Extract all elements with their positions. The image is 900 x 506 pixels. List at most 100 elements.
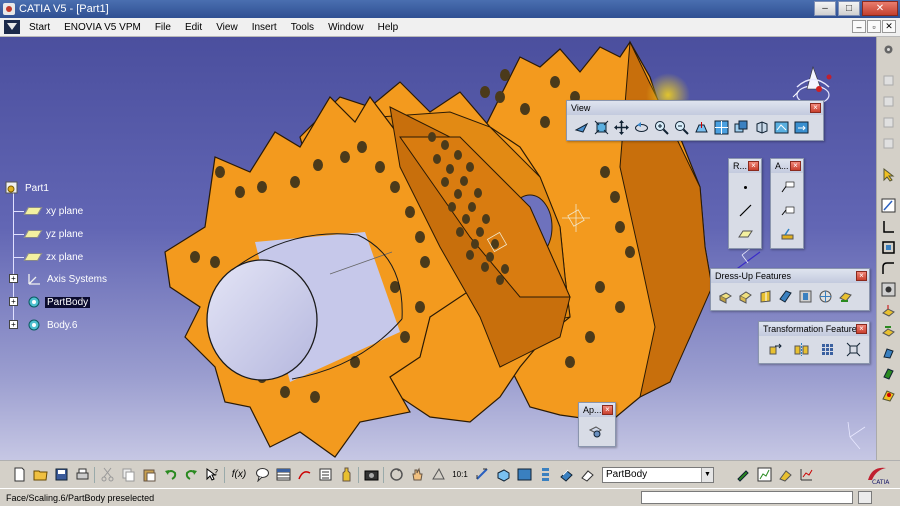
shell-icon[interactable] — [777, 288, 794, 305]
open-folder-icon[interactable] — [31, 466, 49, 484]
hierarchy-icon[interactable] — [797, 466, 815, 484]
materials-icon[interactable] — [557, 466, 575, 484]
disabled-tool-icon[interactable] — [880, 114, 898, 131]
quick-view-icon[interactable] — [733, 119, 750, 136]
menu-start[interactable]: Start — [22, 19, 57, 36]
zoom-in-icon[interactable] — [653, 119, 670, 136]
rotate-icon[interactable] — [633, 119, 650, 136]
remove-face-icon[interactable] — [837, 288, 854, 305]
eraser-icon[interactable] — [578, 466, 596, 484]
tree-item-axis-systems[interactable]: Axis Systems — [26, 271, 109, 287]
cut-icon[interactable] — [98, 466, 116, 484]
layer-stack-icon[interactable] — [536, 466, 554, 484]
menu-view[interactable]: View — [209, 19, 245, 36]
law-icon[interactable] — [295, 466, 313, 484]
pocket-tool-icon[interactable] — [880, 323, 898, 340]
ap-toolbar-close-button[interactable]: × — [602, 405, 613, 415]
whats-this-icon[interactable]: ? — [203, 466, 221, 484]
new-file-icon[interactable] — [10, 466, 28, 484]
maximize-button[interactable]: □ — [838, 1, 860, 16]
pencil-edit-icon[interactable] — [734, 466, 752, 484]
pad-tool-icon[interactable] — [880, 302, 898, 319]
frame-tool-icon[interactable] — [880, 239, 898, 256]
comment-icon[interactable] — [253, 466, 271, 484]
hide-show-bottom-icon[interactable] — [515, 466, 533, 484]
save-icon[interactable] — [52, 466, 70, 484]
menu-tools[interactable]: Tools — [284, 19, 321, 36]
undo-icon[interactable] — [161, 466, 179, 484]
command-input[interactable] — [641, 491, 853, 504]
point-icon[interactable] — [737, 179, 754, 196]
scale-ratio-button[interactable]: 10:1 — [450, 466, 470, 484]
3d-viewport[interactable]: Part1 xy plane yz plane zx plane + Axis … — [0, 37, 876, 460]
redo-icon[interactable] — [182, 466, 200, 484]
menu-help[interactable]: Help — [371, 19, 406, 36]
table-icon[interactable] — [274, 466, 292, 484]
fly-mode-icon[interactable] — [573, 119, 590, 136]
knowledge-bottle-icon[interactable] — [337, 466, 355, 484]
multi-view-icon[interactable] — [713, 119, 730, 136]
a-toolbar-close-button[interactable]: × — [790, 161, 801, 171]
view-toolbar-close-button[interactable]: × — [810, 103, 821, 113]
flag-note-icon[interactable] — [779, 202, 796, 219]
annotation-text-icon[interactable] — [779, 179, 796, 196]
measure-icon[interactable] — [473, 466, 491, 484]
thread-icon[interactable] — [817, 288, 834, 305]
swap-space-icon[interactable] — [793, 119, 810, 136]
r-toolbar-title[interactable]: R... × — [729, 159, 761, 173]
hole-tool-icon[interactable] — [880, 281, 898, 298]
formula-button[interactable]: f(x) — [228, 466, 250, 484]
menu-insert[interactable]: Insert — [245, 19, 284, 36]
tree-item-body6[interactable]: Body.6 — [26, 317, 79, 333]
pan-icon[interactable] — [613, 119, 630, 136]
paste-icon[interactable] — [140, 466, 158, 484]
r-toolbar-close-button[interactable]: × — [748, 161, 759, 171]
select-arrow-icon[interactable] — [880, 166, 898, 183]
hand-pan-icon[interactable] — [408, 466, 426, 484]
print-icon[interactable] — [73, 466, 91, 484]
a-toolbar-title[interactable]: A... × — [771, 159, 803, 173]
transformation-toolbar-close-button[interactable]: × — [856, 324, 867, 334]
menu-enovia[interactable]: ENOVIA V5 VPM — [57, 19, 148, 36]
menu-edit[interactable]: Edit — [178, 19, 209, 36]
menu-file[interactable]: File — [148, 19, 178, 36]
axis-tool-icon[interactable] — [880, 218, 898, 235]
reframe-icon[interactable] — [387, 466, 405, 484]
3d-annotation-icon[interactable] — [779, 225, 796, 242]
capture-camera-icon[interactable] — [362, 466, 380, 484]
expand-axis-systems[interactable]: + — [9, 274, 18, 283]
mirror-icon[interactable] — [793, 341, 810, 358]
shaft-tool-icon[interactable] — [880, 344, 898, 361]
apply-material-icon[interactable] — [587, 423, 604, 440]
rectangular-pattern-icon[interactable] — [819, 341, 836, 358]
ap-toolbar-title[interactable]: Ap... × — [579, 403, 615, 417]
tree-root-part1[interactable]: Part1 — [4, 180, 51, 196]
fit-all-in-icon[interactable] — [593, 119, 610, 136]
scaling-icon[interactable] — [845, 341, 862, 358]
workbench-gear-icon[interactable] — [880, 41, 898, 58]
normal-view-icon[interactable] — [693, 119, 710, 136]
tree-item-xy-plane[interactable]: xy plane — [23, 203, 85, 219]
graph-icon[interactable] — [755, 466, 773, 484]
disabled-tool-icon[interactable] — [880, 135, 898, 152]
current-body-select[interactable]: PartBody ▼ — [602, 466, 714, 483]
chevron-down-icon[interactable]: ▼ — [701, 467, 713, 482]
groove-tool-icon[interactable] — [880, 365, 898, 382]
tree-item-partbody[interactable]: PartBody — [26, 294, 91, 310]
transformation-toolbar-title[interactable]: Transformation Features × — [759, 322, 869, 336]
draft-angle-icon[interactable] — [757, 288, 774, 305]
quick-select-icon[interactable] — [429, 466, 447, 484]
tree-item-zx-plane[interactable]: zx plane — [23, 249, 85, 265]
sketcher-icon[interactable] — [880, 197, 898, 214]
close-button[interactable]: ✕ — [862, 1, 898, 16]
doc-minimize-button[interactable]: – — [852, 20, 866, 33]
dress-up-toolbar-close-button[interactable]: × — [856, 271, 867, 281]
menu-window[interactable]: Window — [321, 19, 371, 36]
start-logo-icon[interactable] — [4, 20, 20, 34]
rib-tool-icon[interactable] — [880, 386, 898, 403]
dress-up-toolbar-title[interactable]: Dress-Up Features × — [711, 269, 869, 283]
zoom-out-icon[interactable] — [673, 119, 690, 136]
disabled-tool-icon[interactable] — [880, 93, 898, 110]
tree-item-yz-plane[interactable]: yz plane — [23, 226, 85, 242]
view-toolbar-title[interactable]: View × — [567, 101, 823, 115]
